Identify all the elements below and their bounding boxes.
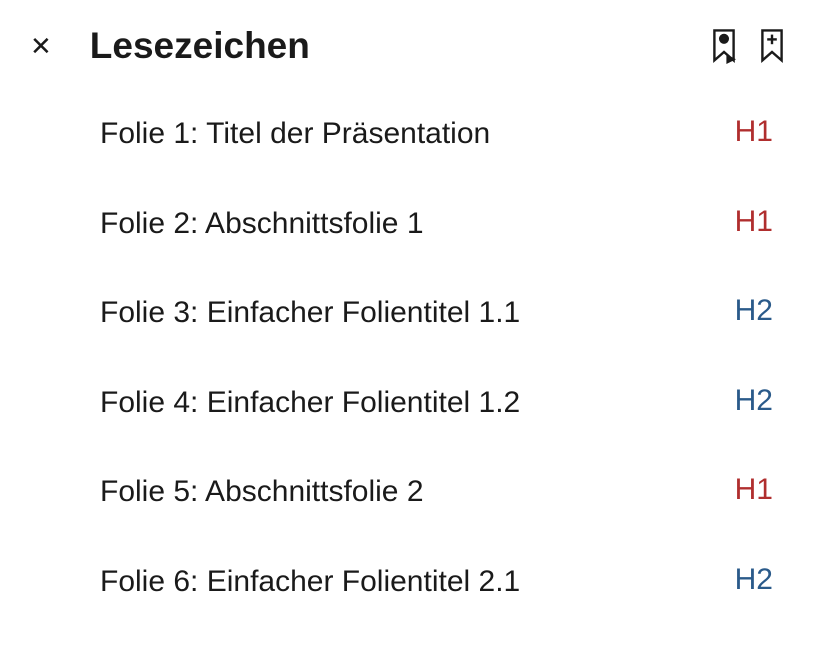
- close-icon: ✕: [30, 31, 52, 61]
- bookmark-item[interactable]: Folie 5: Abschnittsfolie 2 H1: [100, 473, 777, 511]
- bookmark-level: H1: [721, 473, 777, 507]
- bookmark-level: H2: [721, 294, 777, 328]
- bookmark-label: Folie 5: Abschnittsfolie 2: [100, 473, 424, 511]
- panel-header: ✕ Lesezeichen: [30, 25, 787, 67]
- bookmark-add-button[interactable]: [757, 28, 787, 64]
- bookmark-label: Folie 4: Einfacher Folientitel 1.2: [100, 384, 520, 422]
- bookmark-level: H2: [721, 384, 777, 418]
- bookmark-label: Folie 3: Einfacher Folientitel 1.1: [100, 294, 520, 332]
- bookmark-add-icon: [757, 28, 787, 64]
- bookmark-item[interactable]: Folie 4: Einfacher Folientitel 1.2 H2: [100, 384, 777, 422]
- bookmark-item[interactable]: Folie 3: Einfacher Folientitel 1.1 H2: [100, 294, 777, 332]
- bookmark-level: H2: [721, 563, 777, 597]
- bookmark-play-icon: [709, 28, 739, 64]
- bookmark-list: Folie 1: Titel der Präsentation H1 Folie…: [30, 115, 787, 600]
- bookmark-play-button[interactable]: [709, 28, 739, 64]
- panel-title: Lesezeichen: [90, 25, 691, 67]
- bookmark-item[interactable]: Folie 6: Einfacher Folientitel 2.1 H2: [100, 563, 777, 601]
- bookmark-level: H1: [721, 205, 777, 239]
- bookmark-label: Folie 6: Einfacher Folientitel 2.1: [100, 563, 520, 601]
- bookmark-level: H1: [721, 115, 777, 149]
- bookmark-item[interactable]: Folie 2: Abschnittsfolie 1 H1: [100, 205, 777, 243]
- bookmark-label: Folie 1: Titel der Präsentation: [100, 115, 490, 153]
- close-button[interactable]: ✕: [30, 33, 52, 59]
- bookmark-label: Folie 2: Abschnittsfolie 1: [100, 205, 424, 243]
- bookmark-item[interactable]: Folie 1: Titel der Präsentation H1: [100, 115, 777, 153]
